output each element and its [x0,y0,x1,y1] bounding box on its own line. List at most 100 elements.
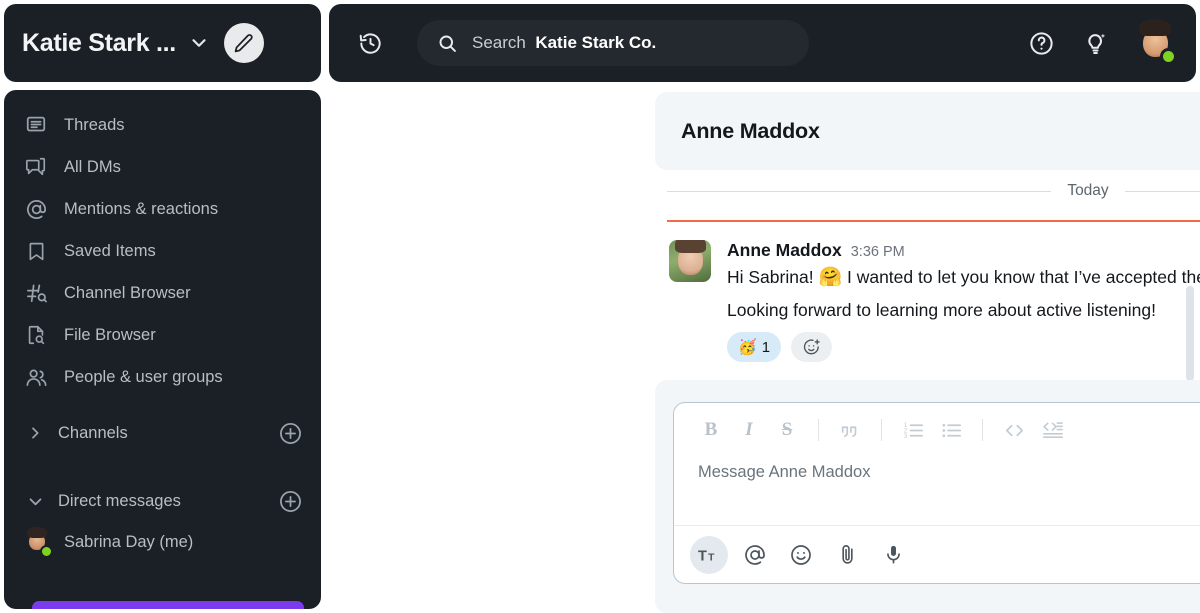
sidebar-item-label: Channel Browser [64,283,191,302]
strikethrough-button[interactable]: S [768,411,806,449]
composer-container: B I S 1 2 3 Message Anne Maddox T T [655,380,1200,613]
code-block-icon [1041,419,1064,442]
help-circle-icon[interactable] [1026,28,1056,58]
sidebar-section-direct-messages[interactable]: Direct messages [4,480,321,522]
svg-text:T: T [708,551,715,563]
composer-actions: TT [674,525,1200,583]
message-reactions: 🥳 1 [727,332,1200,363]
avatar[interactable] [1134,22,1177,65]
threads-icon [24,113,48,137]
search-icon [437,33,458,54]
formatting-toolbar: B I S 1 2 3 [674,403,1200,457]
microphone-icon [882,543,905,566]
bold-icon: B [704,419,718,440]
sidebar-item-mentions-reactions[interactable]: Mentions & reactions [4,188,321,230]
sidebar-section-label: Channels [58,423,128,442]
new-messages-divider: New [655,210,1200,232]
hugging-face-emoji: 🤗 [818,267,843,288]
sidebar-item-label: All DMs [64,157,121,176]
code-button[interactable] [995,411,1033,449]
page-title[interactable]: Anne Maddox [681,119,820,144]
bullet-list-icon [940,419,963,442]
reaction-chip[interactable]: 🥳 1 [727,332,782,363]
right-column: Search Katie Stark Co. Anne Maddox Today… [325,0,1200,613]
sidebar-section-label: Direct messages [58,491,181,510]
chevron-down-icon[interactable] [26,492,44,510]
code-block-button[interactable] [1033,411,1071,449]
audio-clip-button[interactable] [874,536,912,574]
plus-circle-icon[interactable] [277,488,303,514]
left-column: Katie Stark ... Threads All DMs Mentions… [0,0,325,613]
pencil-icon [233,33,254,54]
message-header: Anne Maddox 3:36 PM [727,240,1200,261]
add-reaction-button[interactable] [791,332,833,363]
paperclip-icon [836,543,859,566]
sidebar-item-saved-items[interactable]: Saved Items [4,230,321,272]
sidebar-item-file-browser[interactable]: File Browser [4,314,321,356]
history-clock-icon [358,31,383,56]
message-timestamp[interactable]: 3:36 PM [851,244,905,260]
lightbulb-sparkle-icon[interactable] [1080,28,1110,58]
file-search-icon [24,323,48,347]
message-text: Hi Sabrina! 🤗 I wanted to let you know t… [727,262,1200,325]
ordered-list-icon: 123 [902,419,925,442]
list-item[interactable]: Sabrina Day (me) [4,522,321,562]
ordered-list-button[interactable]: 123 [894,411,932,449]
topbar-actions [1026,22,1177,65]
chevron-right-icon[interactable] [26,424,44,442]
presence-dot [40,545,53,558]
slack-app-window: Katie Stark ... Threads All DMs Mentions… [0,0,1200,613]
people-icon [24,365,48,389]
avatar [24,529,53,558]
sidebar-item-all-dms[interactable]: All DMs [4,146,321,188]
bullet-list-button[interactable] [932,411,970,449]
at-icon [743,543,767,567]
search-label: Search Katie Stark Co. [472,33,657,52]
svg-text:T: T [698,548,707,564]
conversation-header: Anne Maddox [655,92,1200,170]
divider [881,419,882,441]
message-author[interactable]: Anne Maddox [727,240,842,261]
plus-circle-icon[interactable] [277,420,303,446]
message-text-part-1: Hi Sabrina! [727,267,819,287]
dm-label: Sabrina Day (me) [64,532,194,551]
all-dms-icon [24,155,48,179]
message-scrollbar[interactable] [1186,286,1194,381]
reaction-count: 1 [761,338,771,356]
history-button[interactable] [349,22,391,64]
message-input[interactable]: Message Anne Maddox [674,457,1200,525]
message-item: Anne Maddox 3:36 PM Hi Sabrina! 🤗 I want… [655,232,1200,363]
sidebar-item-label: People & user groups [64,367,223,386]
emoji-button[interactable] [782,536,820,574]
sidebar-item-threads[interactable]: Threads [4,104,321,146]
chevron-down-icon[interactable] [188,32,210,54]
italic-button[interactable]: I [730,411,768,449]
formatting-toggle-button[interactable]: TT [690,535,728,574]
day-divider: Today [655,176,1200,206]
day-divider-label: Today [1067,182,1109,199]
divider [982,419,983,441]
compose-message-button[interactable] [223,23,264,63]
sidebar-item-label: Mentions & reactions [64,199,219,218]
message-body: Anne Maddox 3:36 PM Hi Sabrina! 🤗 I want… [727,240,1200,363]
sidebar-section-channels[interactable]: Channels [4,412,321,454]
sidebar-item-people-user-groups[interactable]: People & user groups [4,356,321,398]
search-input[interactable]: Search Katie Stark Co. [417,20,809,66]
channel-search-icon [24,281,48,305]
avatar[interactable] [669,240,711,282]
at-mention-icon [24,197,48,221]
message-input-placeholder: Message Anne Maddox [698,463,871,481]
workspace-title: Katie Stark ... [22,28,176,57]
bookmark-icon [24,239,48,263]
attach-button[interactable] [828,536,866,574]
blockquote-button[interactable] [831,411,869,449]
sidebar-nav: Threads All DMs Mentions & reactions Sav… [4,90,321,609]
top-bar: Search Katie Stark Co. [329,4,1196,82]
sidebar-item-channel-browser[interactable]: Channel Browser [4,272,321,314]
bold-button[interactable]: B [692,411,730,449]
mention-button[interactable] [736,536,774,574]
selected-dm-highlight[interactable] [32,601,304,609]
workspace-header[interactable]: Katie Stark ... [4,4,321,82]
presence-dot [1160,48,1177,65]
divider [818,419,819,441]
